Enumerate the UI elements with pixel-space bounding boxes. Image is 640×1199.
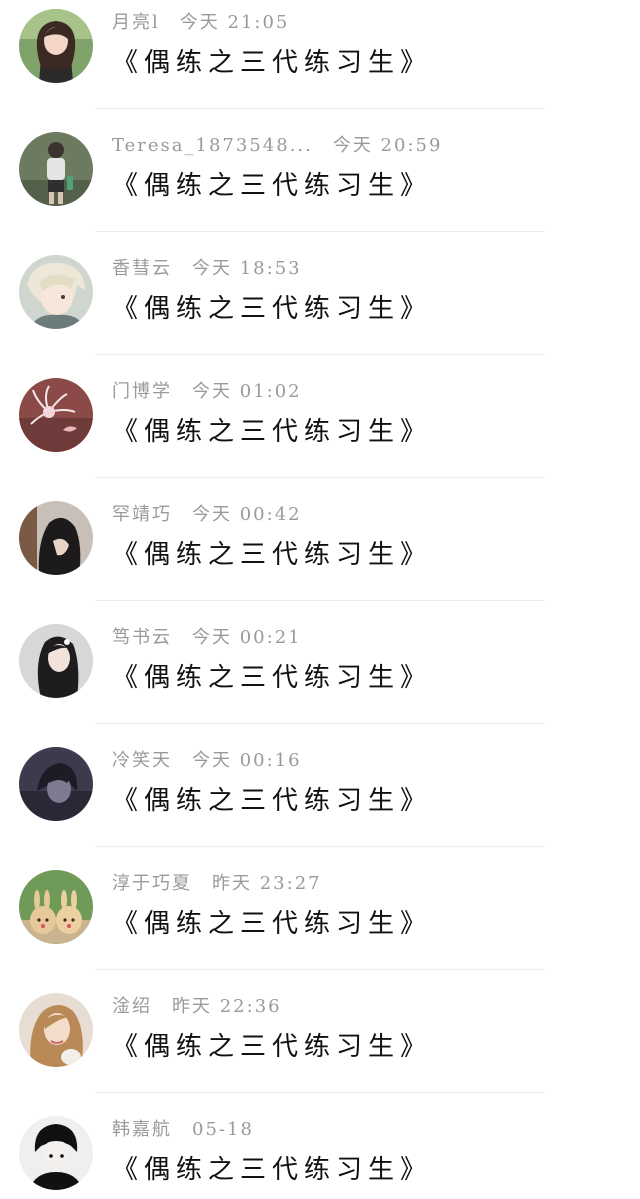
long-hair-girl-avatar[interactable] [19, 624, 93, 698]
dark-hair-girl-avatar[interactable] [19, 501, 93, 575]
divider [95, 477, 545, 478]
comment-item[interactable]: 罕靖巧 今天 00:42 《偶练之三代练习生》 [0, 492, 640, 615]
username[interactable]: 淳于巧夏 [112, 873, 192, 894]
timestamp: 今天 00:16 [192, 750, 302, 771]
username[interactable]: Teresa_1873548... [112, 135, 313, 156]
comment-text: 《偶练之三代练习生》 [112, 294, 433, 324]
timestamp: 今天 01:02 [192, 381, 302, 402]
timestamp: 昨天 22:36 [172, 996, 282, 1017]
anime-boy-avatar[interactable] [19, 255, 93, 329]
timestamp: 今天 21:05 [179, 12, 290, 33]
comment-text: 《偶练之三代练习生》 [112, 48, 433, 78]
comment-item[interactable]: 淦绍 昨天 22:36 《偶练之三代练习生》 [0, 984, 640, 1107]
comment-text: 《偶练之三代练习生》 [112, 171, 433, 201]
username[interactable]: 门博学 [112, 381, 172, 402]
timestamp: 今天 00:42 [192, 504, 302, 525]
divider [95, 600, 545, 601]
divider [95, 108, 545, 109]
divider [95, 231, 545, 232]
comment-item[interactable]: Teresa_1873548... 今天 20:59 《偶练之三代练习生》 [0, 123, 640, 246]
comment-text: 《偶练之三代练习生》 [112, 786, 433, 816]
anime-dark-avatar[interactable] [19, 747, 93, 821]
bunny-toys-avatar[interactable] [19, 870, 93, 944]
girl-standing-avatar[interactable] [19, 132, 93, 206]
blonde-girl-avatar[interactable] [19, 993, 93, 1067]
timestamp: 今天 20:59 [332, 135, 443, 156]
comment-text: 《偶练之三代练习生》 [112, 540, 433, 570]
username[interactable]: 月亮l [112, 12, 160, 33]
comment-item[interactable]: 月亮l 今天 21:05 《偶练之三代练习生》 [0, 0, 640, 123]
username[interactable]: 冷笑天 [112, 750, 172, 771]
comment-item[interactable]: 冷笑天 今天 00:16 《偶练之三代练习生》 [0, 738, 640, 861]
username[interactable]: 笃书云 [112, 627, 172, 648]
divider [95, 1092, 545, 1093]
username[interactable]: 淦绍 [112, 996, 152, 1017]
timestamp: 今天 18:53 [192, 258, 302, 279]
divider [95, 969, 545, 970]
comment-text: 《偶练之三代练习生》 [112, 417, 433, 447]
girl-school-uniform-avatar[interactable] [19, 9, 93, 83]
comment-text: 《偶练之三代练习生》 [112, 909, 433, 939]
comment-item[interactable]: 韩嘉航 05-18 《偶练之三代练习生》 [0, 1107, 640, 1199]
divider [95, 846, 545, 847]
anime-boy-black-hair-avatar[interactable] [19, 1116, 93, 1190]
spider-lily-flower-avatar[interactable] [19, 378, 93, 452]
timestamp: 05-18 [192, 1119, 254, 1140]
timestamp: 昨天 23:27 [212, 873, 322, 894]
divider [95, 723, 545, 724]
username[interactable]: 罕靖巧 [112, 504, 172, 525]
comment-list: 月亮l 今天 21:05 《偶练之三代练习生》 Teresa_1873548...… [0, 0, 640, 1199]
comment-text: 《偶练之三代练习生》 [112, 1155, 433, 1185]
username[interactable]: 韩嘉航 [112, 1119, 172, 1140]
comment-item[interactable]: 香彗云 今天 18:53 《偶练之三代练习生》 [0, 246, 640, 369]
divider [95, 354, 545, 355]
timestamp: 今天 00:21 [192, 627, 302, 648]
comment-item[interactable]: 淳于巧夏 昨天 23:27 《偶练之三代练习生》 [0, 861, 640, 984]
comment-item[interactable]: 门博学 今天 01:02 《偶练之三代练习生》 [0, 369, 640, 492]
comment-text: 《偶练之三代练习生》 [112, 1032, 433, 1062]
username[interactable]: 香彗云 [112, 258, 172, 279]
comment-item[interactable]: 笃书云 今天 00:21 《偶练之三代练习生》 [0, 615, 640, 738]
comment-text: 《偶练之三代练习生》 [112, 663, 433, 693]
